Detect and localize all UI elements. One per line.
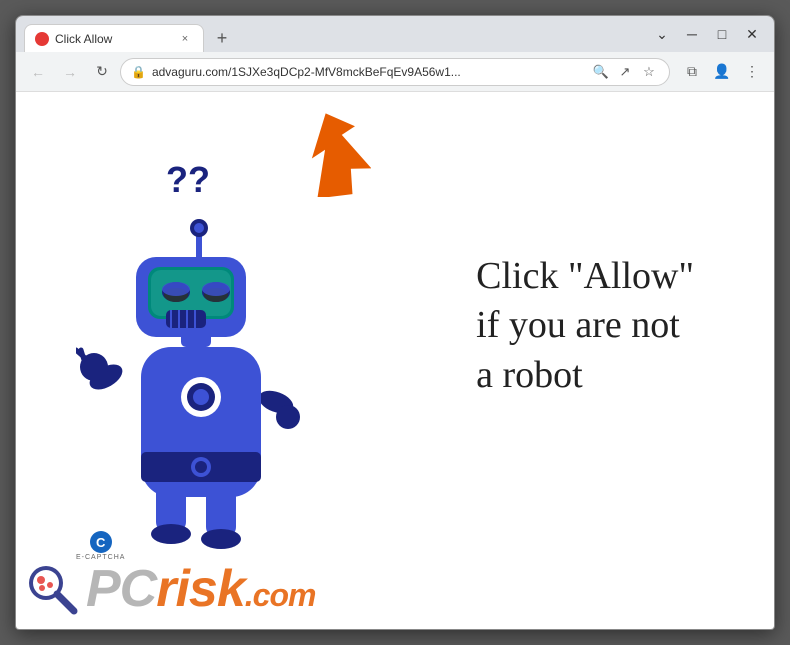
ecaptcha-badge: C E-CAPTCHA <box>76 531 125 561</box>
tab-title: Click Allow <box>55 32 171 46</box>
address-bar-icons: 🔍 ↗ ☆ <box>591 62 659 82</box>
main-text: Click "Allow" if you are not a robot <box>476 252 694 400</box>
tab-favicon <box>35 32 49 46</box>
menu-button[interactable]: ⋮ <box>738 58 766 86</box>
refresh-button[interactable]: ↻ <box>88 58 116 86</box>
profile-button[interactable]: 👤 <box>708 58 736 86</box>
browser-window: Click Allow × + ⌄ ─ □ ✕ ← → ↻ 🔒 advaguru… <box>15 15 775 630</box>
pcrisk-watermark: PCrisk.com <box>26 559 315 619</box>
lock-icon: 🔒 <box>131 65 146 79</box>
ecaptcha-logo: C <box>90 531 112 553</box>
new-tab-button[interactable]: + <box>208 24 236 52</box>
forward-button[interactable]: → <box>56 58 84 86</box>
pc-text: PC <box>86 559 156 619</box>
search-icon[interactable]: 🔍 <box>591 62 611 82</box>
main-text-line3: a robot <box>476 351 694 400</box>
page-content: ?? <box>16 92 774 629</box>
question-marks: ?? <box>166 162 210 198</box>
pcrisk-dot-com: .com <box>245 577 316 614</box>
window-chevron-button[interactable]: ⌄ <box>648 20 676 48</box>
risk-text: risk <box>156 559 245 619</box>
close-button[interactable]: ✕ <box>738 20 766 48</box>
nav-extra-icons: ⧉ 👤 ⋮ <box>678 58 766 86</box>
robot-illustration: ?? <box>56 152 336 582</box>
navigation-bar: ← → ↻ 🔒 advaguru.com/1SJXe3qDCp2-MfV8mck… <box>16 52 774 92</box>
main-text-line2: if you are not <box>476 301 694 350</box>
tab-area: Click Allow × + <box>24 16 636 52</box>
robot-svg <box>76 202 316 567</box>
window-controls: ⌄ ─ □ ✕ <box>648 20 766 48</box>
back-button[interactable]: ← <box>24 58 52 86</box>
split-screen-button[interactable]: ⧉ <box>678 58 706 86</box>
pcrisk-magnifier-icon <box>26 563 78 615</box>
bookmark-icon[interactable]: ☆ <box>639 62 659 82</box>
share-icon[interactable]: ↗ <box>615 62 635 82</box>
main-text-line1: Click "Allow" <box>476 252 694 301</box>
minimize-button[interactable]: ─ <box>678 20 706 48</box>
active-tab[interactable]: Click Allow × <box>24 24 204 52</box>
title-bar: Click Allow × + ⌄ ─ □ ✕ <box>16 16 774 52</box>
maximize-button[interactable]: □ <box>708 20 736 48</box>
tab-close-button[interactable]: × <box>177 31 193 47</box>
pcrisk-brand-text: PCrisk.com <box>86 559 315 619</box>
address-bar[interactable]: 🔒 advaguru.com/1SJXe3qDCp2-MfV8mckBeFqEv… <box>120 58 670 86</box>
url-text: advaguru.com/1SJXe3qDCp2-MfV8mckBeFqEv9A… <box>152 65 585 79</box>
